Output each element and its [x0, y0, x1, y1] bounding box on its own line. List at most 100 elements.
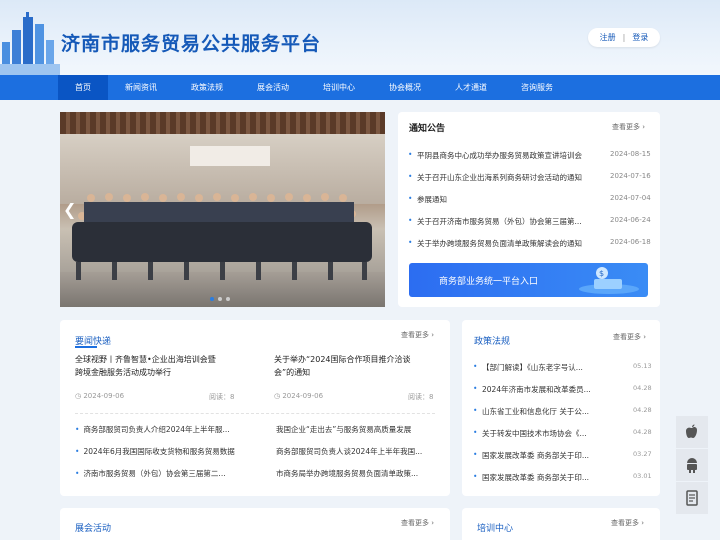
featured-news-2-line2: 会”的通知 — [274, 368, 311, 377]
policy-item[interactable]: • 山东省工业和信息化厅 关于公... 04.28 — [473, 406, 652, 418]
exhibit-more-link[interactable]: 查看更多 › — [401, 518, 434, 528]
policy-item-date: 04.28 — [633, 406, 652, 414]
nav-training[interactable]: 培训中心 — [306, 75, 372, 100]
training-more-link[interactable]: 查看更多 › — [611, 518, 644, 528]
policy-item-date: 03.01 — [633, 472, 652, 480]
policy-item[interactable]: • 2024年济南市发展和改革委员... 04.28 — [473, 384, 652, 396]
policy-item-text: 山东省工业和信息化厅 关于公... — [482, 407, 590, 416]
bullet-icon: • — [408, 194, 413, 203]
notice-item-text: 关于召开山东企业出海系列商务研讨会活动的通知 — [417, 173, 582, 182]
bullet-icon: • — [473, 384, 478, 393]
exhibit-panel: 展会活动 查看更多 › — [60, 508, 450, 540]
news-more-link[interactable]: 查看更多 › — [401, 330, 434, 340]
news-list-item[interactable]: • 2024年6月我国国际收支货物和服务贸易数据 — [75, 446, 235, 457]
policy-item[interactable]: • 关于转发中国技术市场协会《... 04.28 — [473, 428, 652, 440]
nav-talent[interactable]: 人才通道 — [438, 75, 504, 100]
nav-exhibitions[interactable]: 展会活动 — [240, 75, 306, 100]
news-list-item[interactable]: • 商务部服贸司负责人介绍2024年上半年服... — [75, 424, 230, 435]
news-more-label: 查看更多 — [401, 331, 429, 339]
nav-home[interactable]: 首页 — [58, 75, 108, 100]
banner-ceiling — [60, 112, 385, 134]
featured-news-1-meta: ◷ 2024-09-06 — [75, 392, 124, 400]
portal-label: 商务部业务统一平台入口 — [439, 277, 539, 287]
notice-item-text: 平阴县商务中心成功举办服务贸易政策宣讲培训会 — [417, 151, 582, 160]
policy-item-date: 04.28 — [633, 428, 652, 436]
clock-icon: ◷ — [75, 392, 82, 400]
bullet-icon: • — [75, 469, 80, 478]
policy-item[interactable]: • 国家发展改革委 商务部关于印... 03.27 — [473, 450, 652, 462]
chevron-right-icon: › — [641, 519, 645, 527]
carousel-dot[interactable] — [226, 297, 230, 301]
auth-divider: | — [622, 33, 626, 42]
training-panel: 培训中心 查看更多 › — [462, 508, 660, 540]
policy-item-text: 关于转发中国技术市场协会《... — [482, 429, 587, 438]
policy-item-text: 国家发展改革委 商务部关于印... — [482, 473, 590, 482]
notice-item-date: 2024-06-24 — [610, 216, 651, 224]
register-link[interactable]: 注册 — [600, 32, 616, 43]
nav-policy[interactable]: 政策法规 — [174, 75, 240, 100]
document-app-button[interactable] — [676, 482, 708, 514]
notice-item[interactable]: • 关于召开山东企业出海系列商务研讨会活动的通知 2024-07-16 — [408, 172, 651, 184]
notice-item-text: 关于举办跨境服务贸易负面清单政策解读会的通知 — [417, 239, 582, 248]
training-title: 培训中心 — [477, 524, 514, 534]
policy-title: 政策法规 — [474, 337, 511, 347]
bullet-icon: • — [473, 428, 478, 437]
featured-news-1-reads: 阅读：8 — [209, 393, 235, 401]
featured-news-1[interactable]: 全球视野丨齐鲁智慧•企业出海培训会暨 跨境金融服务活动成功举行 — [75, 353, 216, 379]
banner-carousel[interactable]: ❮ — [60, 112, 385, 307]
bullet-icon: • — [75, 447, 80, 456]
notice-item[interactable]: • 关于举办跨境服务贸易负面清单政策解读会的通知 2024-06-18 — [408, 238, 651, 250]
carousel-dot[interactable] — [218, 297, 222, 301]
chevron-right-icon: › — [642, 123, 646, 131]
nav-news[interactable]: 新闻资讯 — [108, 75, 174, 100]
carousel-prev-icon[interactable]: ❮ — [63, 200, 76, 219]
notice-more-link[interactable]: 查看更多 › — [612, 122, 645, 132]
apple-app-button[interactable] — [676, 416, 708, 448]
featured-news-2[interactable]: 关于举办“2024国际合作项目推介洽谈 会”的通知 — [274, 353, 411, 379]
policy-item-date: 04.28 — [633, 384, 652, 392]
clock-icon: ◷ — [274, 392, 281, 400]
policy-item[interactable]: • 【部门解读】《山东老字号认... 05.13 — [473, 362, 652, 374]
news-divider — [75, 413, 435, 414]
notice-item[interactable]: • 平阴县商务中心成功举办服务贸易政策宣讲培训会 2024-08-15 — [408, 150, 651, 162]
bullet-icon: • — [473, 472, 478, 481]
bullet-icon: • — [408, 216, 413, 225]
notice-item-date: 2024-07-04 — [610, 194, 651, 202]
news-list-item-text: 2024年6月我国国际收支货物和服务贸易数据 — [83, 447, 235, 456]
news-list-item[interactable]: 我国企业“走出去”与服务贸易高质量发展 — [276, 424, 411, 435]
notice-item-text: 关于召开济南市服务贸易（外包）协会第三届第... — [417, 217, 582, 226]
news-list-item-text: 济南市服务贸易（外包）协会第三届第二... — [83, 469, 226, 478]
policy-item[interactable]: • 国家发展改革委 商务部关于印... 03.01 — [473, 472, 652, 484]
auth-box: 注册 | 登录 — [588, 28, 660, 47]
site-title: 济南市服务贸易公共服务平台 — [61, 33, 322, 55]
chevron-right-icon: › — [431, 519, 435, 527]
policy-item-text: 【部门解读】《山东老字号认... — [482, 363, 583, 372]
news-list-item[interactable]: 市商务局举办跨境服务贸易负面清单政策... — [276, 468, 418, 479]
featured-news-1-line1: 全球视野丨齐鲁智慧•企业出海培训会暨 — [75, 355, 216, 364]
notice-item[interactable]: • 关于召开济南市服务贸易（外包）协会第三届第... 2024-06-24 — [408, 216, 651, 228]
news-list-item[interactable]: • 济南市服务贸易（外包）协会第三届第二... — [75, 468, 226, 479]
policy-more-link[interactable]: 查看更多 › — [613, 332, 646, 342]
bullet-icon: • — [473, 406, 478, 415]
nav-consulting[interactable]: 咨询服务 — [504, 75, 570, 100]
policy-item-date: 03.27 — [633, 450, 652, 458]
document-icon — [686, 490, 698, 506]
site-header: 济南市服务贸易公共服务平台 注册 | 登录 — [0, 0, 720, 75]
bullet-icon: • — [408, 172, 413, 181]
mofcom-portal-button[interactable]: 商务部业务统一平台入口 $ — [409, 263, 648, 297]
android-app-button[interactable] — [676, 449, 708, 481]
chevron-right-icon: › — [431, 331, 435, 339]
bullet-icon: • — [473, 362, 478, 371]
carousel-dots — [210, 297, 230, 301]
coin-cart-icon: $ — [579, 267, 639, 294]
notice-title: 通知公告 — [409, 124, 446, 134]
login-link[interactable]: 登录 — [632, 32, 648, 43]
carousel-dot[interactable] — [210, 297, 214, 301]
notice-item[interactable]: • 参展通知 2024-07-04 — [408, 194, 651, 206]
notice-item-text: 参展通知 — [417, 195, 447, 204]
nav-association[interactable]: 协会概况 — [372, 75, 438, 100]
news-list-item[interactable]: 商务部服贸司负责人谈2024年上半年我国... — [276, 446, 422, 457]
city-skyline-logo — [0, 12, 60, 75]
title-underline — [75, 346, 97, 348]
featured-news-2-date: 2024-09-06 — [282, 392, 324, 400]
